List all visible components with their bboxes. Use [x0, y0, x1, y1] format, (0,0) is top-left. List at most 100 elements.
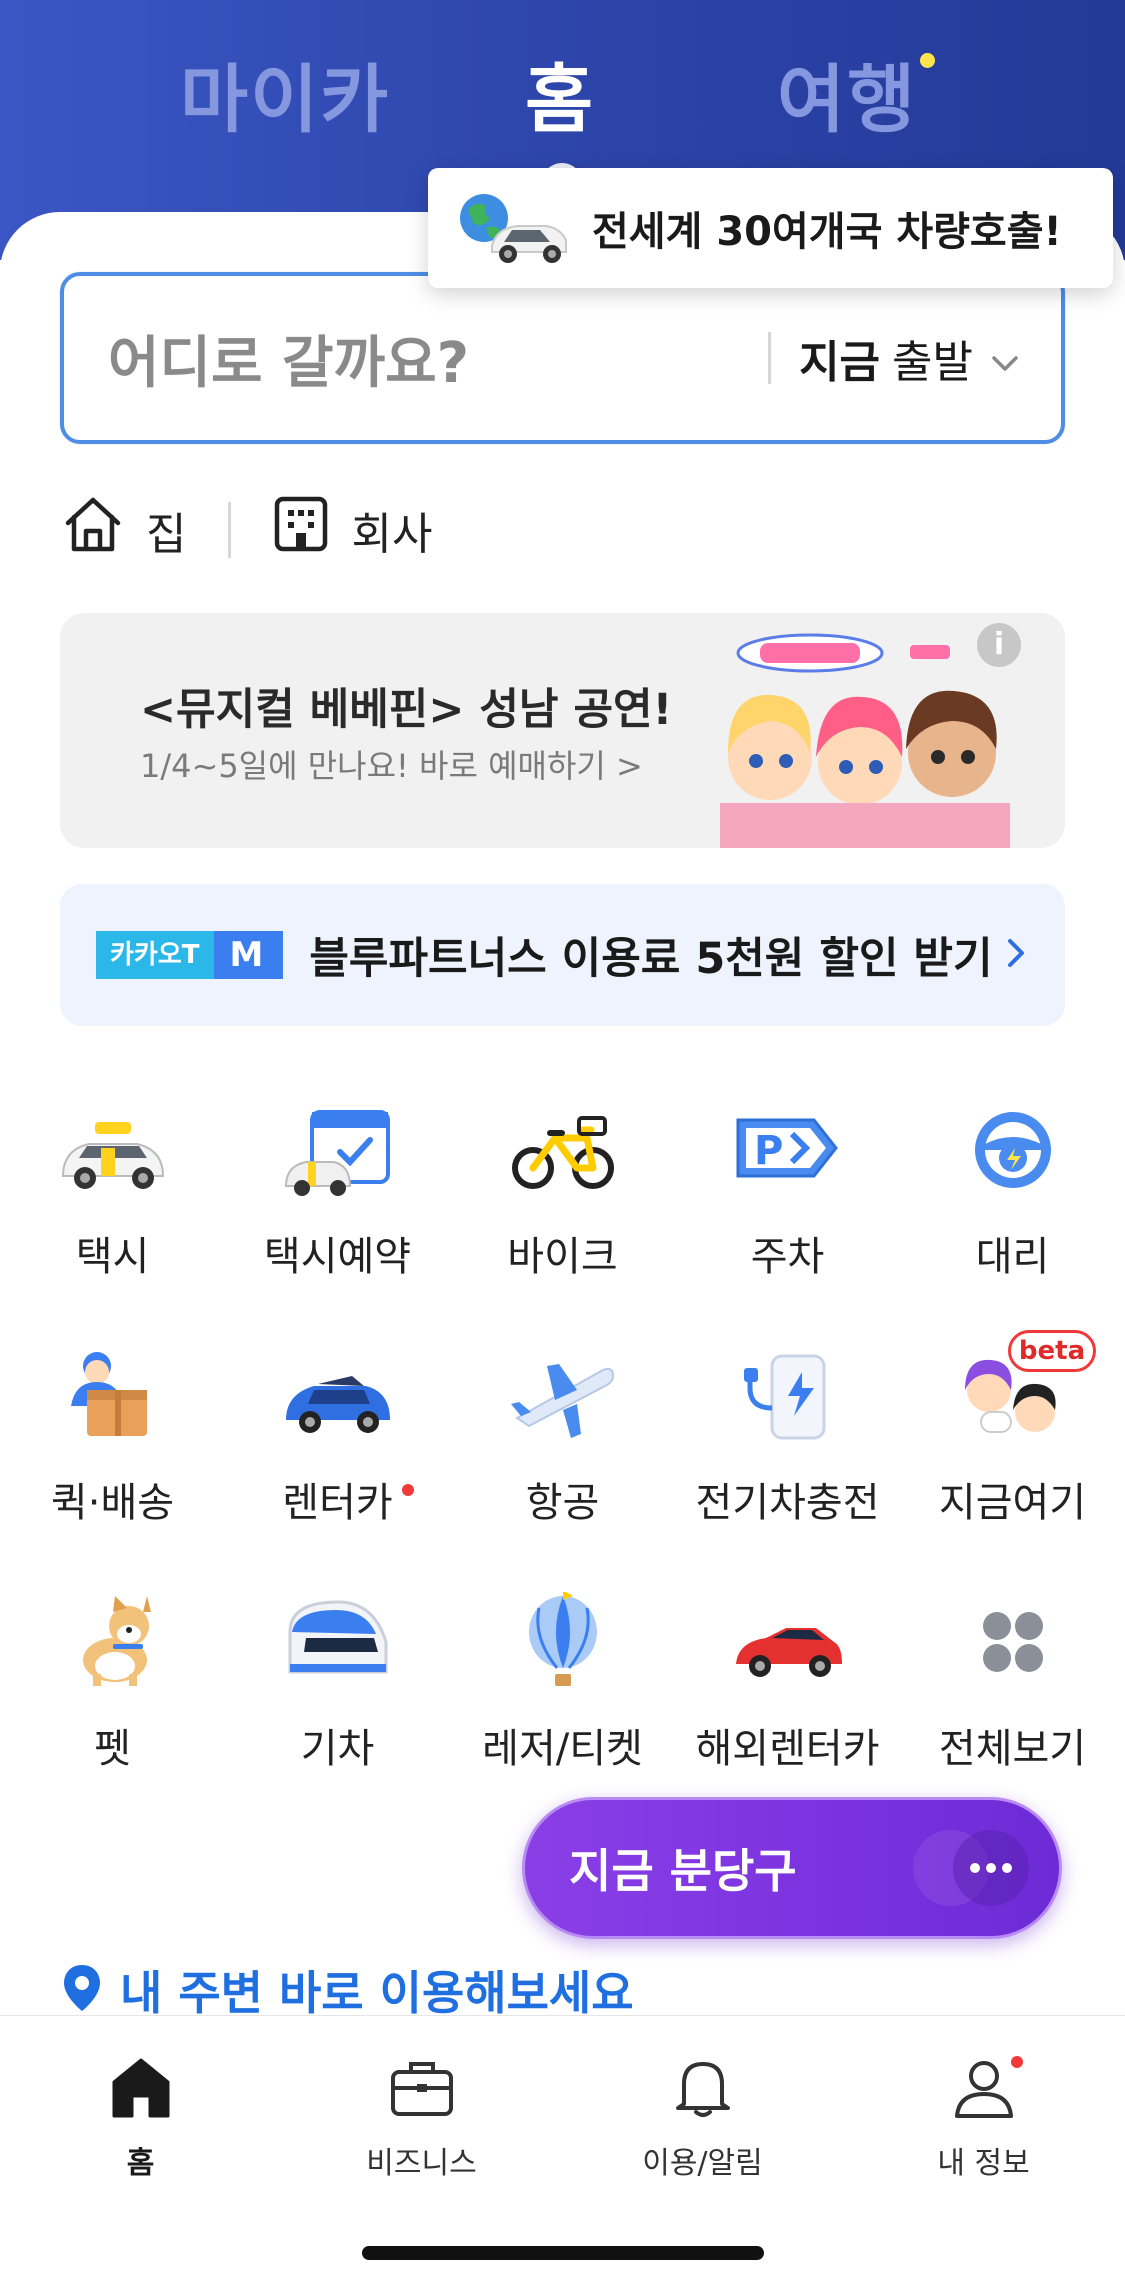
- service-label: 주차: [750, 1234, 825, 1280]
- taxi-icon: [57, 1100, 169, 1200]
- bike-icon: [507, 1100, 619, 1200]
- tab-mycar[interactable]: 마이카: [180, 40, 390, 147]
- departure-time-selector[interactable]: 지금 출발: [799, 326, 1019, 390]
- service-now-here[interactable]: 지금여기 beta: [900, 1330, 1125, 1528]
- service-label: 택시예약: [263, 1234, 412, 1280]
- tab-travel[interactable]: 여행: [777, 40, 917, 147]
- quick-place-work-label: 회사: [351, 508, 433, 560]
- logo-kakaot-text: 카카오T: [96, 931, 214, 979]
- beta-badge: beta: [1008, 1330, 1096, 1372]
- musical-banner[interactable]: <뮤지컬 베베핀> 성남 공연! 1/4~5일에 만나요! 바로 예매하기 > …: [60, 613, 1065, 848]
- taxi-reservation-icon: [282, 1100, 394, 1200]
- service-ev-charging[interactable]: 전기차충전: [675, 1346, 900, 1528]
- service-delivery[interactable]: 퀵·배송: [0, 1346, 225, 1528]
- service-label: 레저/티켓: [482, 1726, 643, 1772]
- rental-car-icon: [282, 1346, 394, 1446]
- person-icon: [951, 2061, 1017, 2124]
- svg-text:P: P: [754, 1128, 783, 1174]
- balloon-icon: [507, 1590, 619, 1692]
- service-bike[interactable]: 바이크: [450, 1100, 675, 1282]
- service-label: 바이크: [507, 1234, 618, 1280]
- briefcase-icon: [389, 2062, 455, 2124]
- destination-search[interactable]: 어디로 갈까요? 지금 출발: [60, 272, 1065, 444]
- current-location-label: 지금 분당구: [569, 1844, 797, 1898]
- blue-partners-promo[interactable]: 카카오T M 블루파트너스 이용료 5천원 할인 받기: [60, 884, 1065, 1026]
- nav-my-info-label: 내 정보: [937, 2146, 1030, 2181]
- nav-usage-alerts[interactable]: 이용/알림: [562, 2056, 843, 2182]
- nearby-section-title: 내 주변 바로 이용해보세요: [62, 1957, 634, 2023]
- steering-wheel-icon: [957, 1100, 1069, 1200]
- search-divider: [768, 332, 772, 384]
- globe-car-icon: [456, 188, 574, 268]
- sports-car-icon: [732, 1592, 844, 1692]
- grid-dots-icon: [957, 1592, 1069, 1692]
- current-location-button[interactable]: 지금 분당구: [522, 1797, 1062, 1939]
- bell-icon: [670, 2062, 736, 2124]
- service-label: 전기차충전: [695, 1480, 880, 1526]
- service-label: 지금여기: [938, 1480, 1087, 1526]
- service-view-all[interactable]: 전체보기: [900, 1592, 1125, 1774]
- nav-my-info[interactable]: 내 정보: [843, 2056, 1124, 2182]
- depart-label: 출발: [892, 337, 973, 388]
- service-train[interactable]: 기차: [225, 1592, 450, 1774]
- service-label: 렌터카: [282, 1480, 393, 1526]
- ev-charger-icon: [732, 1346, 844, 1446]
- quick-divider: [228, 501, 232, 558]
- bottom-navigation: 홈 비즈니스 이용/알림 내 정보: [0, 2015, 1125, 2284]
- service-label: 택시: [75, 1234, 150, 1280]
- service-label: 전체보기: [938, 1726, 1087, 1772]
- promo-text: 블루파트너스 이용료 5천원 할인 받기: [309, 934, 993, 984]
- service-leisure-ticket[interactable]: 레저/티켓: [450, 1590, 675, 1774]
- more-icon[interactable]: [913, 1825, 1031, 1911]
- tab-home[interactable]: 홈: [525, 40, 595, 147]
- new-dot: [402, 1484, 414, 1496]
- quick-place-home-label: 집: [146, 508, 187, 560]
- banner-characters-illustration: [720, 633, 1010, 848]
- service-taxi-reservation[interactable]: 택시예약: [225, 1100, 450, 1282]
- quick-place-home[interactable]: 집: [62, 495, 186, 564]
- nearby-title-text: 내 주변 바로 이용해보세요: [120, 1966, 634, 2020]
- quick-places: 집 회사: [62, 495, 432, 564]
- service-label: 기차: [300, 1726, 375, 1772]
- service-label: 해외렌터카: [695, 1726, 880, 1772]
- search-placeholder[interactable]: 어디로 갈까요?: [108, 318, 768, 399]
- service-label: 펫: [94, 1726, 131, 1772]
- service-parking[interactable]: P 주차: [675, 1100, 900, 1282]
- location-pin-icon: [62, 1963, 102, 2017]
- building-icon: [273, 495, 329, 564]
- banner-subtitle: 1/4~5일에 만나요! 바로 예매하기 >: [140, 747, 643, 785]
- service-designated-driver[interactable]: 대리: [900, 1100, 1125, 1282]
- nav-usage-alerts-label: 이용/알림: [642, 2146, 763, 2181]
- chevron-right-icon: [1007, 938, 1025, 972]
- service-overseas-rental[interactable]: 해외렌터카: [675, 1592, 900, 1774]
- train-icon: [282, 1592, 394, 1692]
- service-label: 항공: [525, 1480, 600, 1526]
- tooltip-text: 전세계 30여개국 차량호출!: [592, 209, 1062, 255]
- quick-place-work[interactable]: 회사: [273, 495, 432, 564]
- airplane-icon: [507, 1346, 619, 1446]
- dog-icon: [57, 1592, 169, 1692]
- delivery-icon: [57, 1346, 169, 1446]
- travel-new-dot: [920, 53, 935, 68]
- nav-home[interactable]: 홈: [0, 2056, 281, 2182]
- banner-title: <뮤지컬 베베핀> 성남 공연!: [140, 685, 673, 735]
- service-flight[interactable]: 항공: [450, 1346, 675, 1528]
- service-rental-car[interactable]: 렌터카: [225, 1346, 450, 1528]
- service-pet[interactable]: 펫: [0, 1592, 225, 1774]
- service-label: 대리: [975, 1234, 1050, 1280]
- parking-icon: P: [732, 1100, 844, 1200]
- depart-now-label: 지금: [799, 337, 881, 388]
- logo-m-text: M: [213, 931, 284, 979]
- nav-business-label: 비즈니스: [366, 2146, 477, 2181]
- kakao-t-logo: 카카오T M: [96, 931, 284, 979]
- travel-tooltip[interactable]: 전세계 30여개국 차량호출!: [428, 168, 1113, 288]
- home-icon: [62, 495, 124, 564]
- nav-home-label: 홈: [126, 2146, 155, 2181]
- service-label: 퀵·배송: [50, 1480, 175, 1526]
- my-info-alert-dot: [1011, 2056, 1023, 2068]
- service-taxi[interactable]: 택시: [0, 1100, 225, 1282]
- chevron-down-icon: [991, 333, 1019, 384]
- home-filled-icon: [108, 2058, 174, 2124]
- home-indicator: [362, 2246, 764, 2260]
- nav-business[interactable]: 비즈니스: [281, 2056, 562, 2182]
